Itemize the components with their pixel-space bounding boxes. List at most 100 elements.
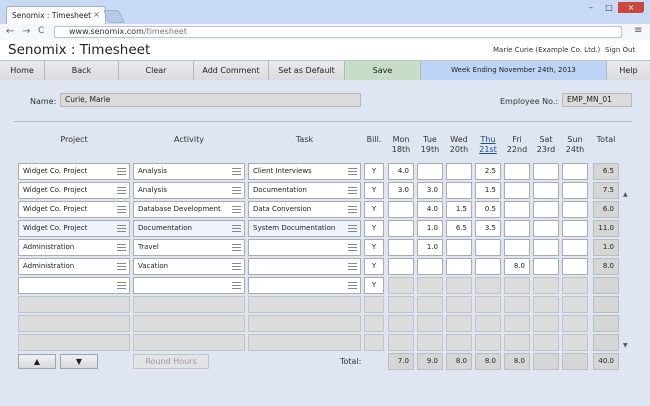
list-icon[interactable] xyxy=(232,225,241,232)
activity-field[interactable]: Documentation xyxy=(133,220,245,237)
save-button[interactable]: Save xyxy=(345,61,421,80)
hours-field[interactable] xyxy=(533,163,559,180)
hours-field[interactable]: 3.0 xyxy=(388,182,414,199)
activity-field[interactable]: Travel xyxy=(133,239,245,256)
billable-field[interactable]: Y xyxy=(364,277,384,294)
list-icon[interactable] xyxy=(232,263,241,270)
week-ending-selector[interactable]: Week Ending November 24th, 2013 xyxy=(421,61,607,80)
list-icon[interactable] xyxy=(232,244,241,251)
maximize-icon[interactable]: □ xyxy=(600,2,618,13)
project-field[interactable]: Administration xyxy=(18,239,130,256)
list-icon[interactable] xyxy=(117,168,126,175)
tab-close-icon[interactable]: × xyxy=(93,10,100,19)
add-comment-button[interactable]: Add Comment xyxy=(194,61,269,80)
move-row-down-button[interactable]: ▼ xyxy=(60,354,98,369)
set-default-button[interactable]: Set as Default xyxy=(269,61,345,80)
hours-field[interactable] xyxy=(388,220,414,237)
hours-field[interactable]: 3.0 xyxy=(417,182,443,199)
list-icon[interactable] xyxy=(348,282,357,289)
hours-field[interactable] xyxy=(504,182,530,199)
list-icon[interactable] xyxy=(348,206,357,213)
scroll-down-icon[interactable]: ▼ xyxy=(623,342,628,349)
hours-field[interactable]: 1.0 xyxy=(417,220,443,237)
project-field[interactable]: Widget Co. Project xyxy=(18,201,130,218)
hours-field[interactable]: 0.5 xyxy=(475,201,501,218)
new-tab-button[interactable] xyxy=(102,10,126,23)
menu-icon[interactable]: ≡ xyxy=(634,25,642,36)
billable-field[interactable]: Y xyxy=(364,201,384,218)
billable-field[interactable]: Y xyxy=(364,163,384,180)
list-icon[interactable] xyxy=(232,168,241,175)
reload-icon[interactable]: C xyxy=(38,26,44,36)
activity-field[interactable]: Analysis xyxy=(133,163,245,180)
browser-tab[interactable]: Senomix : Timesheet × xyxy=(6,6,106,24)
hours-field[interactable]: 2.5 xyxy=(475,163,501,180)
hours-field[interactable]: 4.0 xyxy=(388,163,414,180)
hours-field[interactable] xyxy=(562,220,588,237)
list-icon[interactable] xyxy=(348,244,357,251)
project-field[interactable]: Widget Co. Project xyxy=(18,220,130,237)
list-icon[interactable] xyxy=(232,206,241,213)
hours-field[interactable] xyxy=(533,220,559,237)
hours-field[interactable] xyxy=(562,239,588,256)
hours-field[interactable] xyxy=(388,239,414,256)
home-button[interactable]: Home xyxy=(0,61,45,80)
project-field[interactable]: Administration xyxy=(18,258,130,275)
hours-field[interactable] xyxy=(446,182,472,199)
list-icon[interactable] xyxy=(232,282,241,289)
project-field[interactable]: Widget Co. Project xyxy=(18,163,130,180)
hours-field[interactable] xyxy=(475,258,501,275)
hours-field[interactable] xyxy=(533,239,559,256)
task-field[interactable]: System Documentation xyxy=(248,220,361,237)
task-field[interactable]: Documentation xyxy=(248,182,361,199)
hours-field[interactable] xyxy=(388,258,414,275)
hours-field[interactable] xyxy=(446,239,472,256)
activity-field[interactable] xyxy=(133,277,245,294)
hours-field[interactable] xyxy=(562,258,588,275)
task-field[interactable] xyxy=(248,258,361,275)
hours-field[interactable] xyxy=(446,163,472,180)
billable-field[interactable]: Y xyxy=(364,239,384,256)
hours-field[interactable]: 4.0 xyxy=(417,201,443,218)
hours-field[interactable] xyxy=(562,201,588,218)
hours-field[interactable] xyxy=(417,163,443,180)
list-icon[interactable] xyxy=(117,225,126,232)
hours-field[interactable] xyxy=(533,182,559,199)
task-field[interactable] xyxy=(248,239,361,256)
list-icon[interactable] xyxy=(117,244,126,251)
hours-field[interactable] xyxy=(475,239,501,256)
list-icon[interactable] xyxy=(348,187,357,194)
close-window-icon[interactable]: × xyxy=(618,2,644,13)
hours-field[interactable]: 1.0 xyxy=(417,239,443,256)
hours-field[interactable] xyxy=(388,201,414,218)
back-arrow-icon[interactable]: ← xyxy=(6,26,14,37)
move-row-up-button[interactable]: ▲ xyxy=(18,354,56,369)
billable-field[interactable]: Y xyxy=(364,258,384,275)
help-button[interactable]: Help xyxy=(607,61,650,80)
hours-field[interactable] xyxy=(533,258,559,275)
hours-field[interactable] xyxy=(446,258,472,275)
project-field[interactable]: Widget Co. Project xyxy=(18,182,130,199)
activity-field[interactable]: Analysis xyxy=(133,182,245,199)
round-hours-button[interactable]: Round Hours xyxy=(133,354,209,369)
sign-out-link[interactable]: Sign Out xyxy=(605,46,635,54)
minimize-icon[interactable]: – xyxy=(582,2,600,13)
hours-field[interactable] xyxy=(533,201,559,218)
clear-button[interactable]: Clear xyxy=(119,61,194,80)
hours-field[interactable] xyxy=(504,220,530,237)
list-icon[interactable] xyxy=(117,206,126,213)
hours-field[interactable] xyxy=(504,201,530,218)
list-icon[interactable] xyxy=(117,263,126,270)
billable-field[interactable]: Y xyxy=(364,182,384,199)
scrollbar[interactable]: ▲ ▼ xyxy=(623,191,631,349)
hours-field[interactable]: 1.5 xyxy=(446,201,472,218)
list-icon[interactable] xyxy=(348,263,357,270)
forward-arrow-icon[interactable]: → xyxy=(22,26,30,37)
project-field[interactable] xyxy=(18,277,130,294)
task-field[interactable]: Client Interviews xyxy=(248,163,361,180)
hours-field[interactable]: 6.5 xyxy=(446,220,472,237)
billable-field[interactable]: Y xyxy=(364,220,384,237)
task-field[interactable] xyxy=(248,277,361,294)
url-input[interactable]: www.senomix.com/timesheet xyxy=(54,26,622,38)
list-icon[interactable] xyxy=(117,187,126,194)
